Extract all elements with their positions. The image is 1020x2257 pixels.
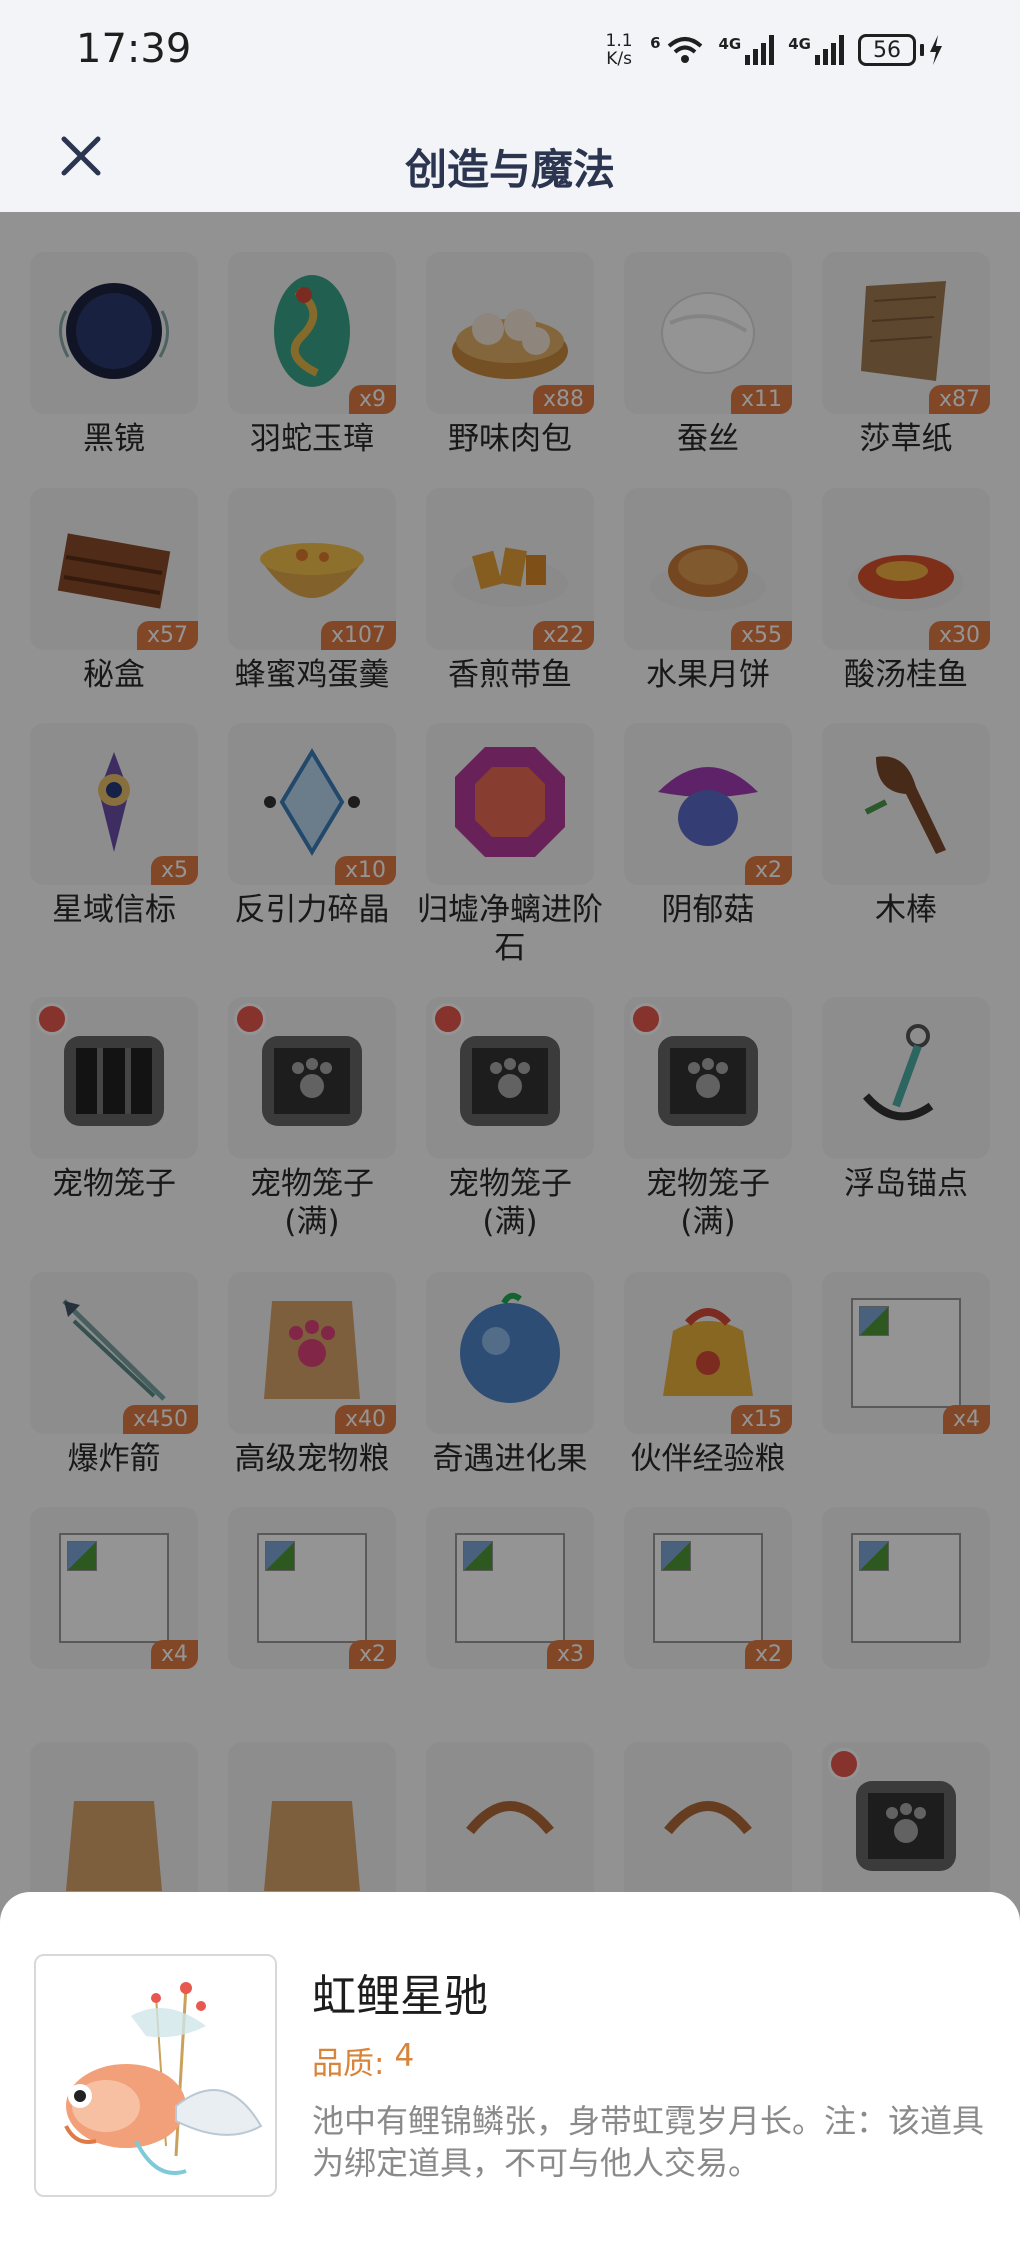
- item-detail-sheet: 虹鲤星驰 品质: 4 池中有鲤锦鳞张，身带虹霓岁月长。注：该道具为绑定道具，不可…: [0, 1892, 1020, 2257]
- battery-level: 56: [858, 34, 916, 66]
- charging-icon: [930, 35, 942, 65]
- detail-item-thumbnail: [34, 1954, 277, 2197]
- network-speed-unit: K/s: [606, 49, 632, 69]
- status-time: 17:39: [76, 26, 192, 72]
- detail-item-description: 池中有鲤锦鳞张，身带虹霓岁月长。注：该道具为绑定道具，不可与他人交易。: [312, 2102, 985, 2182]
- status-bar: 17:39 1.1 K/s 6 4G 4G 56: [0, 0, 1020, 100]
- wifi-label: 6: [650, 34, 661, 52]
- signal-1-label: 4G: [718, 35, 742, 53]
- battery-icon: 56: [858, 34, 944, 66]
- detail-item-name: 虹鲤星驰: [312, 1971, 488, 2022]
- signal-icon-1: 4G: [719, 35, 775, 65]
- page-title: 创造与魔法: [404, 145, 615, 194]
- network-speed: 1.1 K/s: [602, 32, 636, 68]
- signal-2-label: 4G: [788, 35, 811, 53]
- network-speed-value: 1.1: [605, 31, 633, 51]
- signal-icon-2: 4G: [788, 35, 844, 65]
- wifi-icon: 6: [650, 34, 704, 66]
- koi-mount-icon: [36, 1956, 275, 2195]
- status-icons: 1.1 K/s 6 4G 4G 56: [602, 28, 944, 72]
- app-header: 创造与魔法: [0, 100, 1020, 212]
- quality-value: 4: [394, 2038, 415, 2074]
- quality-label: 品质:: [312, 2046, 385, 2082]
- detail-item-quality: 品质: 4: [312, 2038, 414, 2083]
